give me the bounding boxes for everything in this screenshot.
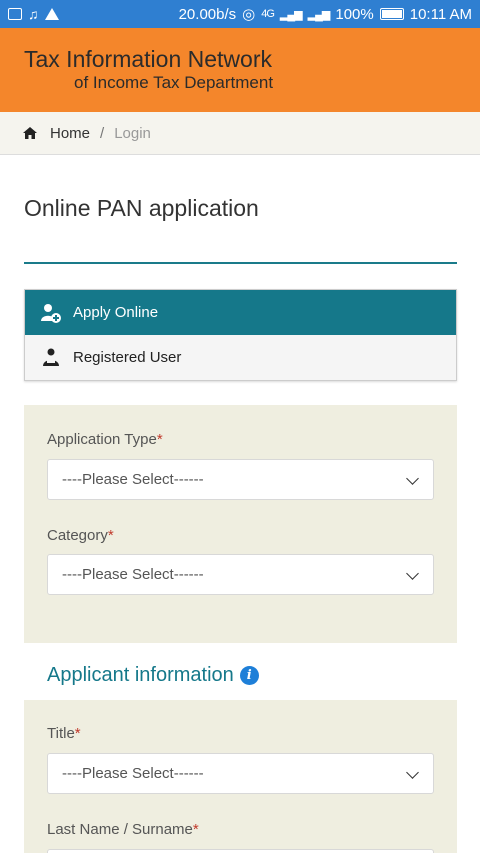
title-label: Title*: [47, 725, 81, 742]
site-header: Tax Information Network of Income Tax De…: [0, 28, 480, 112]
application-type-select[interactable]: ----Please Select------: [47, 459, 434, 500]
tab-registered-user[interactable]: Registered User: [25, 335, 456, 380]
music-icon: ♫: [28, 6, 39, 22]
registered-user-icon: [43, 348, 59, 366]
breadcrumb-current: Login: [114, 124, 151, 142]
info-icon[interactable]: i: [239, 666, 259, 685]
chevron-down-icon: [406, 472, 419, 485]
category-label: Category*: [47, 527, 114, 544]
header-subtitle: of Income Tax Department: [74, 73, 274, 92]
title-select[interactable]: ----Please Select------: [47, 753, 434, 794]
network-speed: 20.00b/s: [178, 5, 237, 23]
header-title: Tax Information Network: [24, 46, 272, 72]
signal-icon: ▂▄▆: [279, 8, 303, 21]
battery-icon: [379, 8, 404, 20]
home-icon[interactable]: [22, 126, 38, 140]
add-user-icon: [41, 303, 61, 323]
application-panel: Application Type* ----Please Select-----…: [24, 405, 457, 643]
chevron-down-icon: [406, 766, 419, 779]
battery-level: 100%: [335, 5, 374, 23]
status-bar: ♫ 20.00b/s ◎ 4G ▂▄▆ ▂▄▆ 100% 10:11 AM: [0, 0, 480, 28]
applicant-info-heading: Applicant information i: [47, 664, 259, 687]
category-select[interactable]: ----Please Select------: [47, 554, 434, 595]
applicant-panel: Title* ----Please Select------ Last Name…: [24, 700, 457, 853]
chevron-down-icon: [406, 567, 419, 580]
tab-apply-online-label: Apply Online: [73, 304, 159, 321]
breadcrumb: Home / Login: [0, 112, 480, 155]
warning-icon: [44, 8, 59, 20]
application-type-label: Application Type*: [47, 431, 163, 448]
last-name-input[interactable]: [47, 849, 434, 853]
signal-2-icon: ▂▄▆: [307, 8, 331, 21]
clock: 10:11 AM: [409, 5, 472, 23]
hotspot-icon: ◎: [242, 6, 256, 23]
last-name-label: Last Name / Surname*: [47, 821, 199, 838]
message-icon: [8, 8, 22, 20]
network-type: 4G: [261, 8, 275, 20]
breadcrumb-separator: /: [100, 124, 105, 142]
tab-registered-user-label: Registered User: [73, 349, 182, 366]
tab-apply-online[interactable]: Apply Online: [25, 290, 456, 335]
login-tabs: Apply Online Registered User: [24, 289, 457, 381]
page-title: Online PAN application: [24, 195, 259, 221]
title-divider: [24, 262, 457, 264]
breadcrumb-home-link[interactable]: Home: [50, 125, 90, 142]
